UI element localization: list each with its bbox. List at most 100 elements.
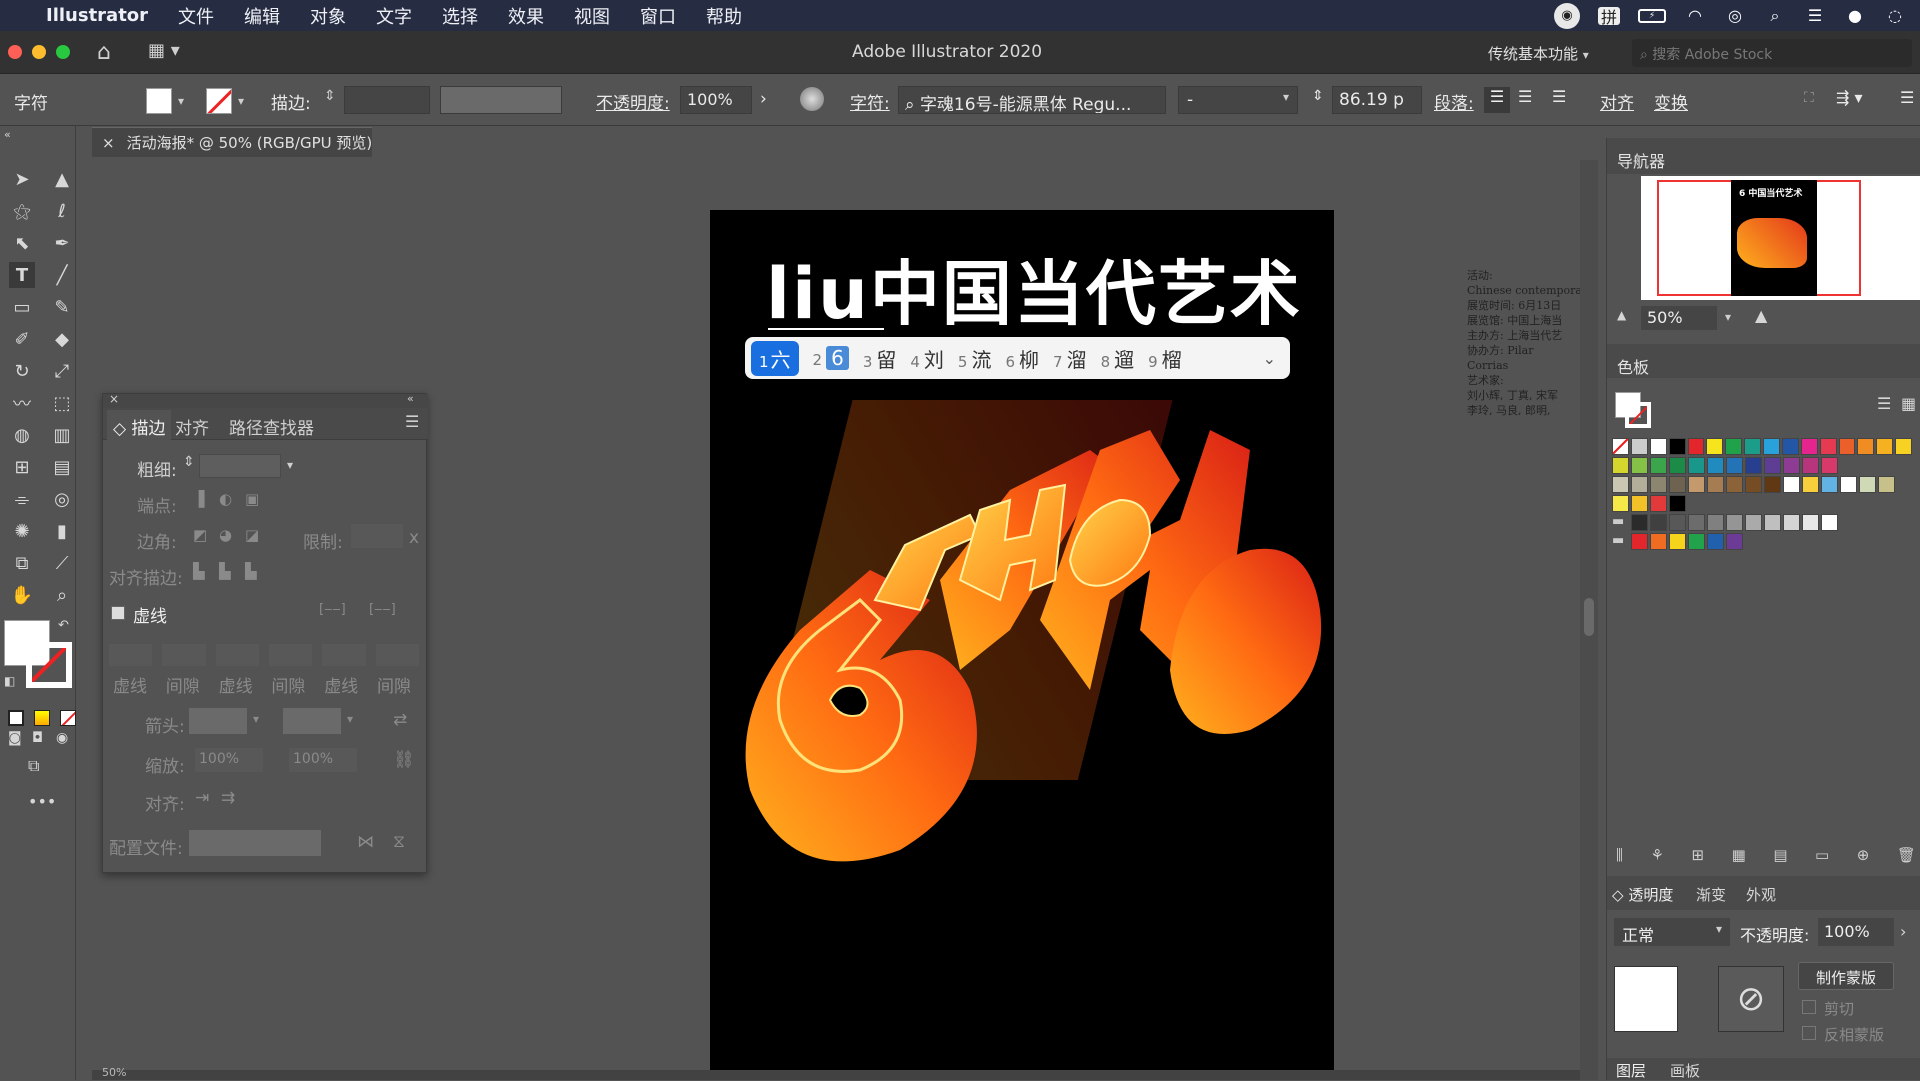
zoom-dropdown-icon[interactable]: ▾ xyxy=(1725,310,1731,324)
isolate-icon[interactable]: ⛶ xyxy=(1804,90,1814,106)
color-swatch[interactable] xyxy=(1726,476,1743,493)
panel-collapse-icon[interactable]: « xyxy=(407,392,414,405)
line-tool-icon[interactable]: ╱ xyxy=(49,262,75,288)
color-swatch[interactable] xyxy=(1707,476,1724,493)
arrange-icon[interactable]: ⇶ ▾ xyxy=(1836,88,1863,107)
ime-candidate-4[interactable]: 4刘 xyxy=(910,344,944,373)
color-swatch[interactable] xyxy=(1630,438,1648,455)
warp-tool-icon[interactable]: 〰 xyxy=(9,390,35,416)
color-swatch[interactable] xyxy=(1819,438,1837,455)
font-style-dropdown[interactable]: - ▾ xyxy=(1178,86,1298,114)
direct-selection-tool-icon[interactable]: ▲ xyxy=(49,166,75,192)
artboard-tool-icon[interactable]: ⧉ xyxy=(9,550,35,576)
gradient-tool-icon[interactable]: ▤ xyxy=(49,454,75,480)
fill-dropdown-icon[interactable]: ▾ xyxy=(178,94,184,108)
start-scale-input[interactable]: 100% xyxy=(195,748,263,772)
color-swatch[interactable] xyxy=(1802,514,1819,531)
ime-candidate-8[interactable]: 8遛 xyxy=(1101,344,1135,373)
round-cap-icon[interactable]: ◐ xyxy=(219,490,232,508)
zoom-tool-icon[interactable]: ⌕ xyxy=(49,582,75,608)
panel-close-icon[interactable]: × xyxy=(109,392,119,406)
tab-gradient[interactable]: 渐变 xyxy=(1696,884,1726,905)
record-icon[interactable]: ◉ xyxy=(1554,2,1580,29)
color-swatch[interactable] xyxy=(1763,438,1780,455)
color-swatch[interactable] xyxy=(1800,438,1818,455)
color-mode-icon[interactable] xyxy=(8,710,24,726)
arrange-documents-icon[interactable]: ▦ ▾ xyxy=(148,40,180,61)
menu-window[interactable]: 窗口 xyxy=(640,3,676,29)
color-swatch[interactable] xyxy=(1650,457,1667,474)
tab-pathfinder[interactable]: 路径查找器 xyxy=(229,414,314,439)
default-fill-stroke-icon[interactable]: ◧ xyxy=(4,674,15,688)
align-left-icon[interactable]: ☰ xyxy=(1484,87,1510,113)
flip-along-icon[interactable]: ⋈ xyxy=(357,832,374,852)
flip-across-icon[interactable]: ⧖ xyxy=(393,832,405,852)
show-swatch-kinds-icon[interactable]: ⊞ xyxy=(1691,846,1704,864)
color-swatch[interactable] xyxy=(1745,514,1762,531)
3d-6th-artwork[interactable] xyxy=(710,370,1334,1070)
transparency-opacity-expand-icon[interactable]: › xyxy=(1900,922,1906,941)
dash-input-3[interactable] xyxy=(322,644,366,666)
color-swatch[interactable] xyxy=(1631,495,1648,512)
color-swatch[interactable] xyxy=(1706,438,1724,455)
ime-candidate-2[interactable]: 26 xyxy=(813,346,849,370)
symbol-sprayer-tool-icon[interactable]: ✺ xyxy=(9,518,35,544)
projecting-cap-icon[interactable]: ▣ xyxy=(245,490,259,508)
object-thumbnail[interactable] xyxy=(1614,966,1678,1032)
blend-tool-icon[interactable]: ◎ xyxy=(49,486,75,512)
swatch-kind-icon[interactable]: ⚘ xyxy=(1650,846,1663,864)
user-icon[interactable]: ◎ xyxy=(1724,6,1746,25)
perspective-grid-tool-icon[interactable]: ▥ xyxy=(49,422,75,448)
swatches-stroke-indicator[interactable] xyxy=(1625,402,1651,428)
navigator-preview[interactable]: 6 中国当代艺术 xyxy=(1641,176,1920,300)
color-swatch[interactable] xyxy=(1895,438,1912,455)
color-swatch[interactable] xyxy=(1802,476,1819,493)
color-swatch[interactable] xyxy=(1650,495,1667,512)
spotlight-search-icon[interactable]: ⌕ xyxy=(1764,6,1786,25)
ime-candidate-9[interactable]: 9榴 xyxy=(1148,344,1182,373)
color-swatch[interactable] xyxy=(1802,457,1819,474)
opacity-label[interactable]: 不透明度: xyxy=(596,89,670,114)
gap-input-3[interactable] xyxy=(375,644,419,666)
menu-select[interactable]: 选择 xyxy=(442,3,478,29)
control-menu-icon[interactable]: ☰ xyxy=(1900,88,1914,107)
stroke-color-swatch[interactable] xyxy=(206,88,232,114)
swatch-options-icon[interactable]: ▦ xyxy=(1732,846,1746,864)
new-swatch-icon[interactable]: ⊕ xyxy=(1857,846,1870,864)
end-scale-input[interactable]: 100% xyxy=(289,748,357,772)
document-tab[interactable]: × 活动海报* @ 50% (RGB/GPU 预览) xyxy=(92,127,372,157)
color-swatch[interactable] xyxy=(1783,457,1800,474)
color-swatch[interactable] xyxy=(1612,457,1629,474)
column-graph-tool-icon[interactable]: ▮ xyxy=(49,518,75,544)
anchor-tool-icon[interactable]: ⬉ xyxy=(9,230,35,256)
blend-mode-dropdown[interactable]: 正常 ▾ xyxy=(1614,918,1730,946)
font-family-dropdown[interactable]: ⌕ 字魂16号-能源黑体 Regu... xyxy=(898,86,1166,114)
color-swatch[interactable] xyxy=(1612,438,1629,455)
clip-checkbox[interactable] xyxy=(1802,1000,1816,1014)
tab-layers[interactable]: 图层 xyxy=(1616,1060,1646,1081)
menu-file[interactable]: 文件 xyxy=(178,3,214,29)
rotate-tool-icon[interactable]: ↻ xyxy=(9,358,35,384)
weight-stepper[interactable]: ⇕ xyxy=(183,454,195,470)
color-swatch[interactable] xyxy=(1726,514,1743,531)
color-swatch[interactable] xyxy=(1783,476,1800,493)
color-swatch[interactable] xyxy=(1669,476,1686,493)
swatches-title[interactable]: 色板 xyxy=(1617,354,1649,378)
paintbrush-tool-icon[interactable]: ✎ xyxy=(49,294,75,320)
color-swatch[interactable] xyxy=(1821,514,1838,531)
color-swatch[interactable] xyxy=(1687,438,1705,455)
align-center-icon[interactable]: ☰ xyxy=(1518,87,1532,106)
close-window-button[interactable] xyxy=(8,45,22,59)
workspace-switcher[interactable]: 传统基本功能 ▾ xyxy=(1488,43,1589,64)
color-group-folder-icon[interactable]: ▬ xyxy=(1612,533,1629,550)
gap-input-2[interactable] xyxy=(268,644,313,666)
swap-fill-stroke-icon[interactable]: ↶ xyxy=(58,618,69,633)
color-swatch[interactable] xyxy=(1650,476,1667,493)
color-swatch[interactable] xyxy=(1707,514,1724,531)
mesh-tool-icon[interactable]: ⊞ xyxy=(9,454,35,480)
color-swatch[interactable] xyxy=(1840,476,1857,493)
color-swatch[interactable] xyxy=(1764,476,1781,493)
ime-candidate-3[interactable]: 3留 xyxy=(863,344,897,373)
new-folder-icon[interactable]: ▭ xyxy=(1815,846,1829,864)
color-swatch[interactable] xyxy=(1612,495,1629,512)
